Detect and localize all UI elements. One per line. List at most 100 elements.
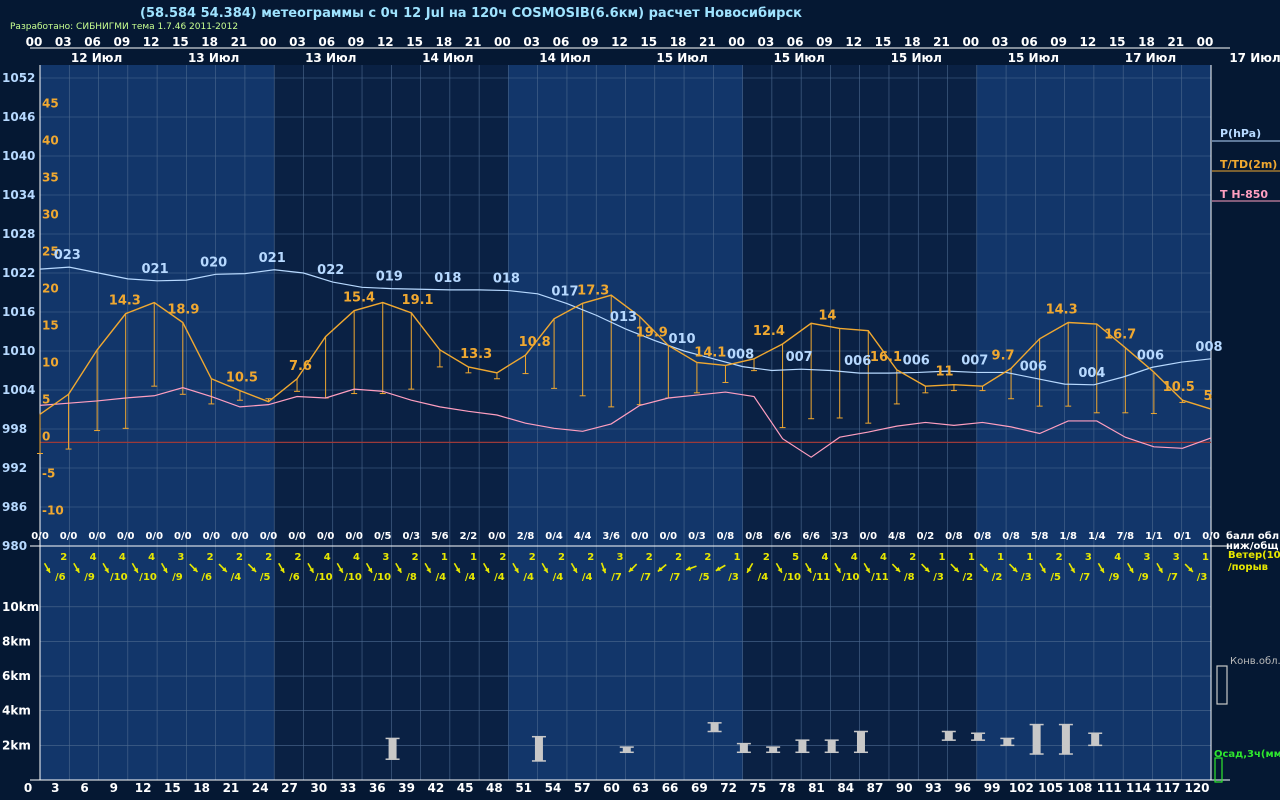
date-label: 15 Июл bbox=[891, 51, 942, 65]
temperature-value-label: 14.1 bbox=[694, 345, 726, 360]
wind-speed-label: 2 bbox=[763, 552, 770, 563]
top-hour-label: 09 bbox=[816, 35, 833, 49]
cloud-cover-label: 4/4 bbox=[574, 531, 592, 542]
temperature-value-label: 16.1 bbox=[870, 350, 902, 365]
pressure-value-label: 006 bbox=[1020, 359, 1047, 374]
convective-cloud-bar bbox=[739, 743, 748, 753]
wind-speed-label: 3 bbox=[617, 552, 624, 563]
bottom-hour-label: 33 bbox=[340, 781, 357, 795]
bottom-hour-label: 84 bbox=[837, 781, 854, 795]
cloud-cover-label: 0/2 bbox=[917, 531, 935, 542]
top-hour-label: 18 bbox=[201, 35, 218, 49]
wind-speed-label: 2 bbox=[558, 552, 565, 563]
wind-speed-label: 1 bbox=[734, 552, 741, 563]
wind-gust-label: /7 bbox=[611, 572, 622, 583]
temperature-tick-label: 35 bbox=[42, 170, 59, 184]
wind-speed-label: 2 bbox=[675, 552, 682, 563]
bottom-hour-label: 78 bbox=[779, 781, 796, 795]
convective-cloud-bar bbox=[944, 731, 953, 741]
height-tick-label: 10km bbox=[2, 600, 39, 614]
pressure-tick-label: 1046 bbox=[2, 110, 35, 124]
temperature-tick-label: -10 bbox=[42, 503, 64, 517]
top-hour-label: 00 bbox=[962, 35, 979, 49]
date-label: 13 Июл bbox=[305, 51, 356, 65]
temperature-value-label: 14 bbox=[818, 308, 836, 323]
cloud-cover-label: 0/8 bbox=[974, 531, 992, 542]
wind-gust-label: /10 bbox=[344, 572, 362, 583]
wind-gust-label: /5 bbox=[260, 572, 271, 583]
bottom-hour-label: 114 bbox=[1126, 781, 1151, 795]
pressure-value-label: 017 bbox=[551, 285, 578, 300]
wind-speed-label: 4 bbox=[119, 552, 126, 563]
temperature-value-label: 10.5 bbox=[1163, 380, 1195, 395]
cloud-cover-label: 0/0 bbox=[1202, 531, 1220, 542]
top-hour-label: 21 bbox=[1167, 35, 1184, 49]
cloud-cover-label: 0/0 bbox=[88, 531, 106, 542]
wind-gust-label: /5 bbox=[1050, 572, 1061, 583]
top-hour-label: 06 bbox=[553, 35, 570, 49]
bottom-hour-label: 9 bbox=[110, 781, 118, 795]
top-hour-label: 12 bbox=[143, 35, 160, 49]
temperature-tick-label: 20 bbox=[42, 281, 59, 295]
date-label: 15 Июл bbox=[773, 51, 824, 65]
date-label: 15 Июл bbox=[656, 51, 707, 65]
pressure-value-label: 018 bbox=[493, 272, 520, 287]
wind-speed-label: 3 bbox=[177, 552, 184, 563]
bottom-hour-label: 6 bbox=[80, 781, 88, 795]
legend-pressure: P(hPa) bbox=[1220, 127, 1261, 140]
temperature-tick-label: 45 bbox=[42, 96, 59, 110]
wind-gust-label: /10 bbox=[139, 572, 157, 583]
temperature-value-label: 7.6 bbox=[289, 359, 312, 374]
bottom-hour-label: 69 bbox=[691, 781, 708, 795]
top-hour-label: 00 bbox=[728, 35, 745, 49]
cloud-cover-label: 0/8 bbox=[717, 531, 735, 542]
wind-gust-label: /3 bbox=[1197, 572, 1208, 583]
wind-gust-label: /4 bbox=[758, 572, 769, 583]
wind-gust-label: /8 bbox=[904, 572, 915, 583]
wind-gust-label: /9 bbox=[1109, 572, 1120, 583]
cloud-cover-label: 2/8 bbox=[517, 531, 535, 542]
cloud-cover-label: 0/8 bbox=[1002, 531, 1020, 542]
convective-cloud-bar bbox=[1091, 733, 1100, 746]
bottom-hour-label: 21 bbox=[223, 781, 240, 795]
wind-gust-label: /3 bbox=[728, 572, 739, 583]
bottom-hour-label: 60 bbox=[603, 781, 620, 795]
wind-speed-label: 2 bbox=[207, 552, 214, 563]
temperature-value-label: 15.4 bbox=[343, 291, 375, 306]
temperature-tick-label: 10 bbox=[42, 355, 59, 369]
cloud-cover-label: 3/6 bbox=[602, 531, 620, 542]
bottom-hour-label: 3 bbox=[51, 781, 59, 795]
bottom-hour-label: 75 bbox=[750, 781, 767, 795]
convective-cloud-bar bbox=[1061, 724, 1070, 755]
cloud-cover-label: 0/0 bbox=[231, 531, 249, 542]
wind-gust-label: /9 bbox=[1138, 572, 1149, 583]
wind-speed-label: 1 bbox=[1202, 552, 1209, 563]
top-hour-label: 03 bbox=[55, 35, 72, 49]
convective-cloud-bar bbox=[827, 740, 836, 753]
top-hour-label: 09 bbox=[113, 35, 130, 49]
legend-t850: T H-850 bbox=[1220, 188, 1268, 201]
wind-gust-label: /2 bbox=[962, 572, 973, 583]
bottom-hour-label: 93 bbox=[925, 781, 942, 795]
bottom-hour-label: 99 bbox=[984, 781, 1001, 795]
pressure-value-label: 006 bbox=[1137, 348, 1164, 363]
bottom-hour-label: 108 bbox=[1067, 781, 1092, 795]
wind-speed-label: 2 bbox=[529, 552, 536, 563]
wind-gust-label: /7 bbox=[640, 572, 651, 583]
wind-speed-label: 4 bbox=[880, 552, 887, 563]
top-hour-label: 18 bbox=[904, 35, 921, 49]
bottom-hour-label: 15 bbox=[164, 781, 181, 795]
pressure-value-label: 022 bbox=[317, 263, 344, 278]
cloud-cover-label: 0/0 bbox=[631, 531, 649, 542]
pressure-value-label: 007 bbox=[961, 353, 988, 368]
height-tick-label: 8km bbox=[2, 634, 31, 648]
bottom-hour-label: 72 bbox=[720, 781, 737, 795]
pressure-tick-label: 1040 bbox=[2, 149, 35, 163]
wind-gust-label: /7 bbox=[1167, 572, 1178, 583]
wind-speed-label: 1 bbox=[997, 552, 1004, 563]
top-hour-label: 15 bbox=[172, 35, 189, 49]
wind-gust-label: /4 bbox=[523, 572, 534, 583]
conv-legend: Конв.обл. bbox=[1230, 656, 1280, 667]
bottom-hour-label: 36 bbox=[369, 781, 386, 795]
temperature-value-label: 10.8 bbox=[519, 335, 551, 350]
